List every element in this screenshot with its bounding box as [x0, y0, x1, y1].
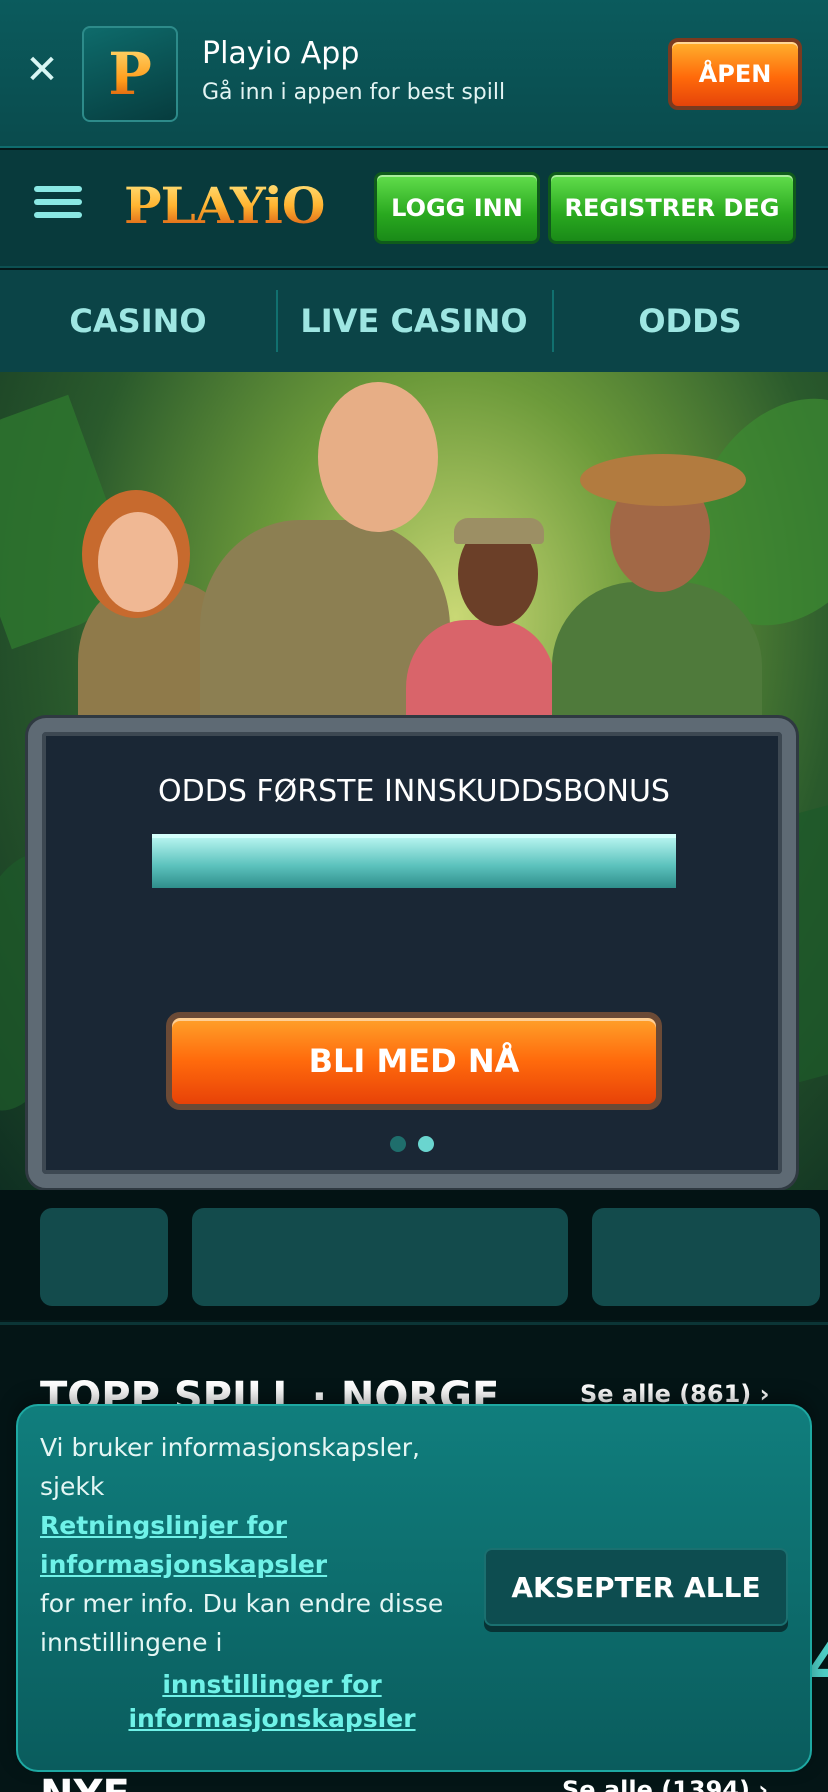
tab-odds[interactable]: ODDS [552, 270, 828, 372]
quick-link-tile[interactable] [192, 1208, 568, 1306]
accept-all-cookies-button[interactable]: AKSEPTER ALLE [484, 1548, 788, 1626]
cookie-text-intro: Vi bruker informasjonskapsler, sjekk [40, 1433, 420, 1501]
app-subtitle: Gå inn i appen for best spill [202, 80, 506, 105]
cookie-policy-link[interactable]: Retningslinjer for informasjonskapsler [40, 1511, 327, 1579]
tab-casino[interactable]: CASINO [0, 270, 276, 372]
new-games-see-all-link[interactable]: Se alle (1394) › [562, 1776, 768, 1792]
carousel-dot-2[interactable] [418, 1136, 434, 1152]
cookie-text: Vi bruker informasjonskapsler, sjekk Ret… [40, 1428, 460, 1662]
quick-link-tile[interactable] [40, 1208, 168, 1306]
carousel-dots [390, 1136, 434, 1152]
app-icon-letter: P [108, 40, 152, 108]
hamburger-menu-icon[interactable] [34, 186, 84, 226]
app-title: Playio App [202, 36, 360, 71]
category-nav: CASINO LIVE CASINO ODDS [0, 270, 828, 372]
join-now-button[interactable]: BLI MED NÅ [166, 1012, 662, 1110]
promo-text-placeholder-bar [152, 834, 676, 888]
app-icon: P [82, 26, 178, 122]
carousel-dot-1[interactable] [390, 1136, 406, 1152]
cookie-settings-link[interactable]: innstillinger for informasjonskapsler [122, 1668, 422, 1736]
tab-live-casino[interactable]: LIVE CASINO [276, 270, 552, 372]
login-button[interactable]: LOGG INN [374, 172, 540, 244]
site-logo[interactable]: PLAYiO [124, 176, 325, 235]
promo-title: ODDS FØRSTE INNSKUDDSBONUS [158, 774, 670, 809]
quick-link-tile[interactable] [592, 1208, 820, 1306]
open-app-button[interactable]: ÅPEN [668, 38, 802, 110]
new-games-title: NYE [40, 1772, 130, 1792]
cookie-text-outro: for mer info. Du kan endre disse innstil… [40, 1589, 444, 1657]
close-icon[interactable]: ✕ [24, 50, 60, 90]
register-button[interactable]: REGISTRER DEG [548, 172, 796, 244]
